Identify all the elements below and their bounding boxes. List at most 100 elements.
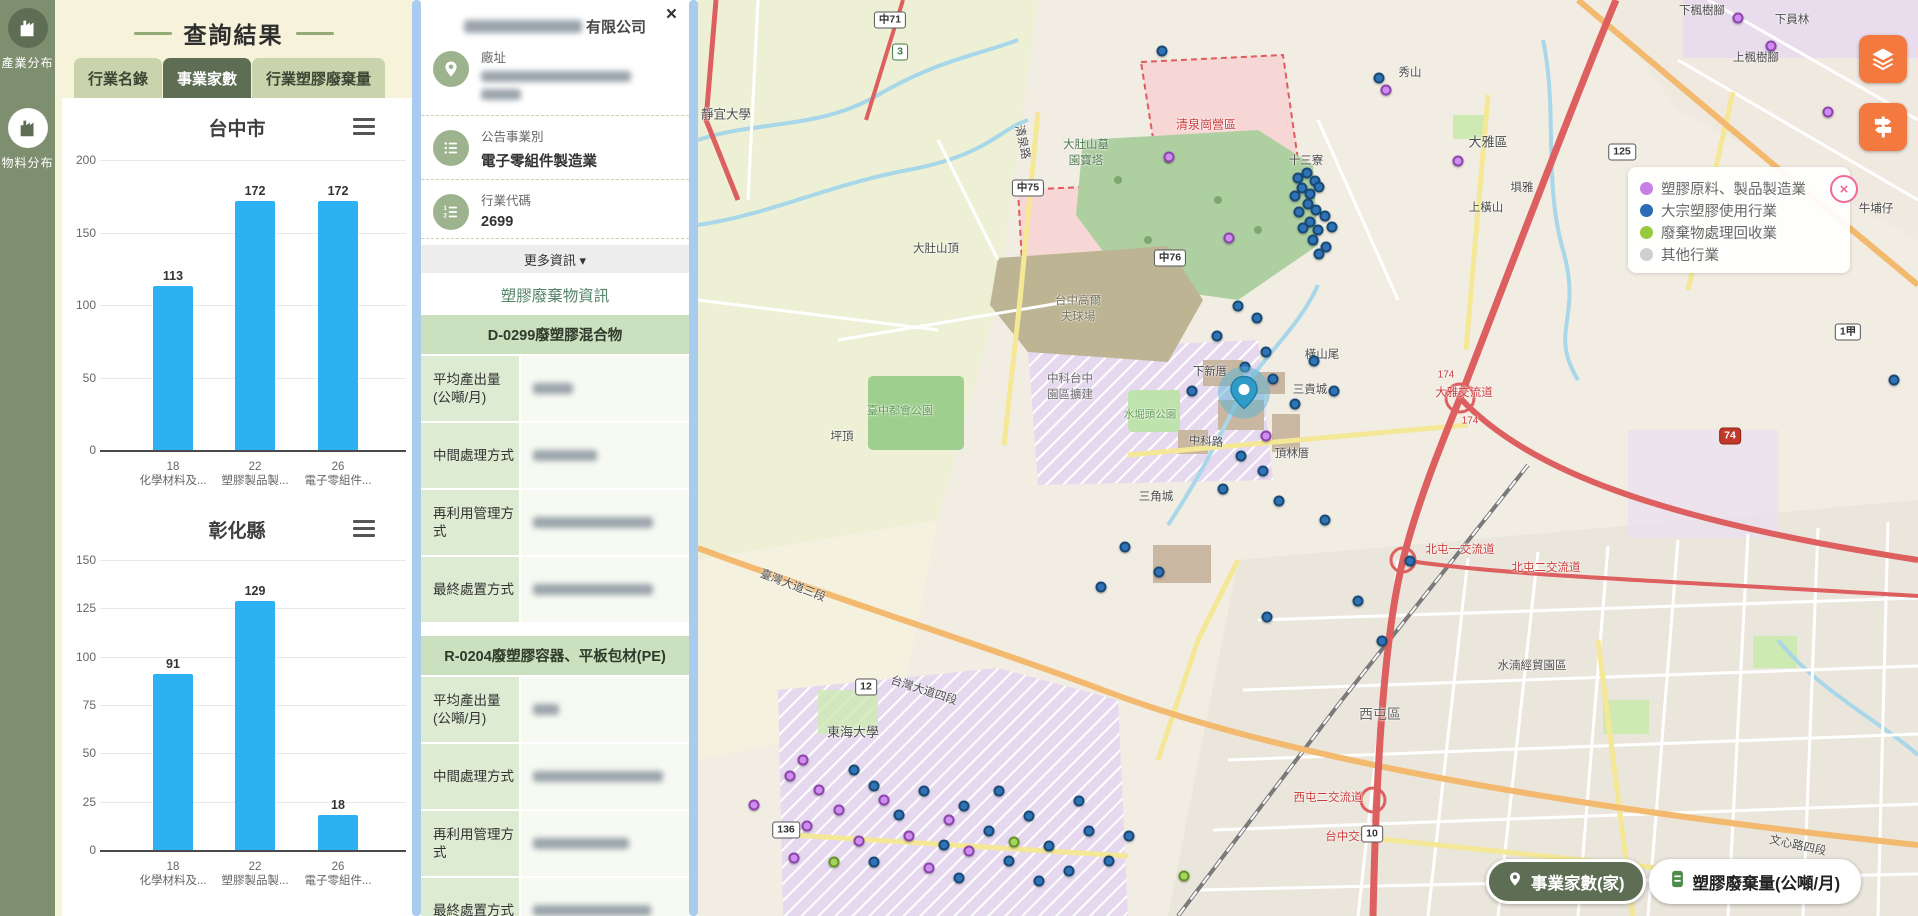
facility-marker-blue[interactable]: [1298, 223, 1309, 234]
facility-marker-blue[interactable]: [1274, 496, 1285, 507]
facility-marker-purple[interactable]: [964, 846, 975, 857]
facility-marker-blue[interactable]: [984, 826, 995, 837]
facility-marker-blue[interactable]: [1024, 811, 1035, 822]
facility-marker-purple[interactable]: [798, 755, 809, 766]
facility-marker-green[interactable]: [1009, 837, 1020, 848]
facility-marker-blue[interactable]: [1096, 582, 1107, 593]
facility-marker-blue[interactable]: [894, 810, 905, 821]
toggle-business-count[interactable]: 事業家數(家): [1486, 859, 1646, 904]
legend-close-icon[interactable]: ×: [1830, 175, 1858, 203]
facility-marker-blue[interactable]: [1290, 399, 1301, 410]
layers-button[interactable]: [1859, 35, 1907, 83]
facility-marker-blue[interactable]: [1320, 515, 1331, 526]
facility-marker-blue[interactable]: [1889, 375, 1900, 386]
facility-marker-blue[interactable]: [1353, 596, 1364, 607]
facility-marker-purple[interactable]: [1224, 233, 1235, 244]
facility-marker-purple[interactable]: [785, 771, 796, 782]
results-panel-scrollbar[interactable]: [412, 0, 421, 916]
facility-marker-blue[interactable]: [1329, 386, 1340, 397]
facility-marker-purple[interactable]: [1164, 152, 1175, 163]
facility-marker-purple[interactable]: [749, 800, 760, 811]
facility-marker-blue[interactable]: [1405, 556, 1416, 567]
bar-26[interactable]: [318, 815, 358, 850]
toggle-plastic-waste[interactable]: 塑膠廢棄量(公噸/月): [1649, 859, 1862, 904]
facility-marker-blue[interactable]: [1218, 484, 1229, 495]
facility-marker-blue[interactable]: [939, 840, 950, 851]
facility-marker-blue[interactable]: [1236, 451, 1247, 462]
detail-panel-scrollbar[interactable]: [689, 0, 698, 916]
tab-0[interactable]: 行業名錄: [74, 58, 162, 98]
chart-menu-icon[interactable]: [353, 118, 375, 135]
waste-row-label: 再利用管理方式: [421, 490, 519, 555]
facility-marker-blue[interactable]: [1258, 466, 1269, 477]
facility-marker-purple[interactable]: [789, 853, 800, 864]
facility-marker-blue[interactable]: [1157, 46, 1168, 57]
facility-marker-blue[interactable]: [1154, 567, 1165, 578]
facility-marker-green[interactable]: [829, 857, 840, 868]
facility-marker-purple[interactable]: [879, 795, 890, 806]
map-canvas[interactable]: 十三寮下新厝三貴城頂林厝橫山尾上橫山秀山下楓樹腳下員林上楓樹腳大雅區埧雅大肚山頂…: [698, 0, 1918, 916]
facility-marker-purple[interactable]: [854, 836, 865, 847]
facility-marker-blue[interactable]: [869, 857, 880, 868]
facility-marker-blue[interactable]: [954, 873, 965, 884]
facility-marker-blue[interactable]: [1262, 612, 1273, 623]
bar-22[interactable]: [235, 601, 275, 850]
facility-marker-blue[interactable]: [1034, 876, 1045, 887]
facility-marker-blue[interactable]: [1104, 856, 1115, 867]
facility-marker-blue[interactable]: [1187, 386, 1198, 397]
facility-marker-blue[interactable]: [1327, 222, 1338, 233]
facility-marker-blue[interactable]: [1290, 191, 1301, 202]
facility-marker-purple[interactable]: [834, 805, 845, 816]
facility-marker-purple[interactable]: [1766, 41, 1777, 52]
facility-marker-purple[interactable]: [1453, 156, 1464, 167]
facility-marker-purple[interactable]: [802, 821, 813, 832]
facility-marker-purple[interactable]: [944, 815, 955, 826]
facility-marker-purple[interactable]: [904, 831, 915, 842]
facility-marker-purple[interactable]: [1261, 431, 1272, 442]
facility-marker-purple[interactable]: [1823, 107, 1834, 118]
facility-marker-blue[interactable]: [1377, 636, 1388, 647]
close-icon[interactable]: ×: [666, 5, 677, 25]
facility-marker-blue[interactable]: [1064, 866, 1075, 877]
facility-marker-blue[interactable]: [1240, 362, 1251, 373]
chart-menu-icon[interactable]: [353, 520, 375, 537]
bar-22[interactable]: [235, 201, 275, 450]
facility-marker-blue[interactable]: [1294, 207, 1305, 218]
facility-marker-blue[interactable]: [959, 801, 970, 812]
facility-marker-purple[interactable]: [1733, 13, 1744, 24]
facility-marker-blue[interactable]: [1252, 313, 1263, 324]
facility-marker-blue[interactable]: [1308, 235, 1319, 246]
facility-marker-blue[interactable]: [1314, 182, 1325, 193]
facility-marker-blue[interactable]: [1074, 796, 1085, 807]
facility-marker-blue[interactable]: [1044, 841, 1055, 852]
bar-18[interactable]: [153, 674, 193, 850]
facility-marker-blue[interactable]: [994, 786, 1005, 797]
facility-marker-blue[interactable]: [1124, 831, 1135, 842]
bar-26[interactable]: [318, 201, 358, 450]
facility-marker-blue[interactable]: [1309, 356, 1320, 367]
sidebar-item-industry-distribution[interactable]: 產業分布: [0, 8, 55, 71]
facility-marker-blue[interactable]: [1374, 73, 1385, 84]
sidebar-item-material-distribution[interactable]: 物料分布: [0, 108, 55, 171]
facility-marker-blue[interactable]: [1320, 211, 1331, 222]
facility-marker-blue[interactable]: [1120, 542, 1131, 553]
facility-marker-blue[interactable]: [1233, 301, 1244, 312]
facility-marker-blue[interactable]: [1261, 347, 1272, 358]
facility-marker-purple[interactable]: [924, 863, 935, 874]
facility-marker-purple[interactable]: [814, 785, 825, 796]
tab-1[interactable]: 事業家數: [163, 58, 251, 98]
more-info-button[interactable]: 更多資訊 ▾: [421, 245, 689, 273]
facility-marker-purple[interactable]: [1381, 85, 1392, 96]
tab-2[interactable]: 行業塑膠廢棄量: [252, 58, 385, 98]
bar-18[interactable]: [153, 286, 193, 450]
facility-marker-blue[interactable]: [1268, 374, 1279, 385]
facility-marker-blue[interactable]: [1314, 249, 1325, 260]
signpost-button[interactable]: [1859, 103, 1907, 151]
facility-marker-blue[interactable]: [1212, 331, 1223, 342]
facility-marker-blue[interactable]: [1004, 856, 1015, 867]
facility-marker-blue[interactable]: [1084, 826, 1095, 837]
facility-marker-green[interactable]: [1179, 871, 1190, 882]
facility-marker-blue[interactable]: [869, 781, 880, 792]
facility-marker-blue[interactable]: [919, 786, 930, 797]
facility-marker-blue[interactable]: [849, 765, 860, 776]
